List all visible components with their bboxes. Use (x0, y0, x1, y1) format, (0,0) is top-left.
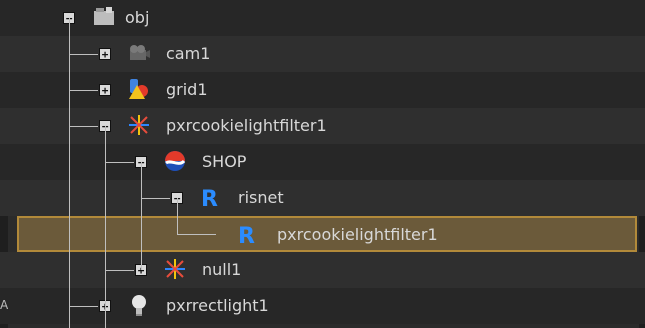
tree-branch (105, 162, 134, 163)
renderman-icon: R (238, 224, 255, 246)
svg-text:R: R (201, 187, 218, 209)
tree-branch (141, 198, 170, 199)
tree-label: pxrcookielightfilter1 (166, 116, 327, 135)
tree-row-obj[interactable]: − obj (0, 0, 645, 36)
renderman-icon: R (201, 187, 218, 209)
tree-guide-level3 (141, 162, 142, 270)
tree-branch (69, 54, 98, 55)
node-tree[interactable]: − obj + cam1 + grid1 − (0, 0, 645, 328)
tree-row-null1[interactable]: + null1 (0, 252, 645, 288)
tree-label: null1 (202, 260, 242, 279)
tree-guide-level4 (177, 198, 178, 234)
tree-branch (177, 234, 216, 235)
folder-node-icon (94, 7, 114, 25)
tree-label: cam1 (166, 44, 211, 63)
tree-label: risnet (238, 188, 284, 207)
tree-row-selected[interactable]: R pxrcookielightfilter1 (17, 216, 637, 252)
geometry-icon (129, 79, 148, 99)
light-filter-icon (129, 115, 149, 135)
svg-text:R: R (238, 224, 255, 246)
tree-label: SHOP (202, 152, 247, 171)
edge-marker: A (0, 298, 9, 312)
tree-row-risnet[interactable]: − R risnet (0, 180, 645, 216)
tree-guide-level1 (69, 18, 70, 328)
tree-label: obj (125, 8, 150, 27)
light-bulb-icon (132, 295, 146, 316)
tree-branch (69, 306, 98, 307)
tree-row-shop[interactable]: − SHOP (0, 144, 645, 180)
tree-branch (69, 126, 98, 127)
tree-branch (69, 90, 98, 91)
tree-label: grid1 (166, 80, 208, 99)
shop-icon (165, 151, 186, 171)
null-icon (165, 259, 185, 279)
tree-label: pxrcookielightfilter1 (277, 225, 438, 244)
expand-toggle[interactable]: + (99, 48, 111, 61)
tree-label: pxrrectlight1 (166, 296, 269, 315)
expand-toggle[interactable]: + (99, 84, 111, 97)
camera-icon (130, 45, 150, 60)
tree-branch (105, 270, 134, 271)
tree-guide-level2 (105, 126, 106, 328)
